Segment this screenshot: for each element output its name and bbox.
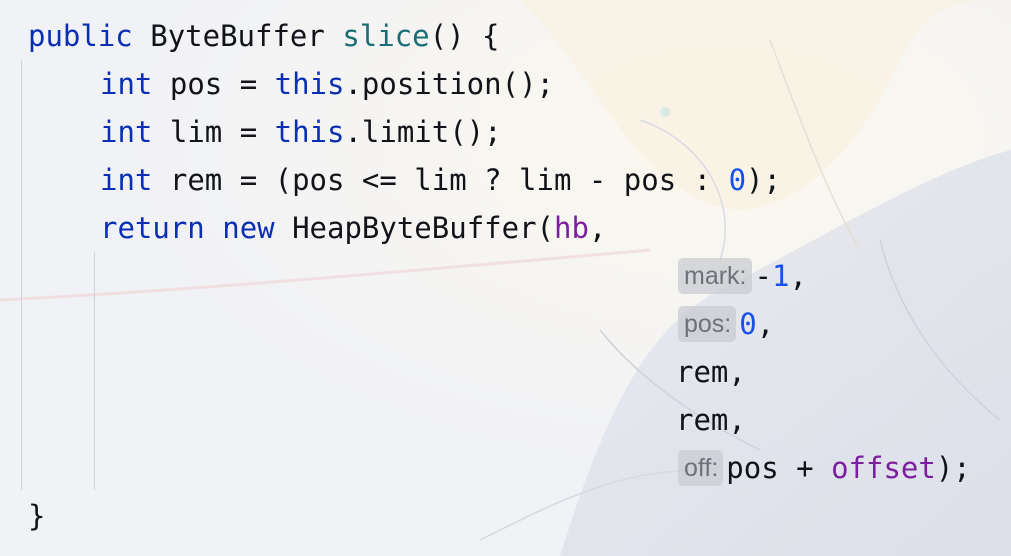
keyword-this: this bbox=[274, 67, 345, 101]
indent-guide-inner bbox=[94, 252, 95, 490]
number-literal: 0 bbox=[728, 163, 747, 197]
keyword-int: int bbox=[100, 163, 153, 197]
code-line-10: off: pos + offset); bbox=[678, 448, 971, 488]
number-literal: 0 bbox=[739, 307, 757, 341]
statement-end: ); bbox=[746, 163, 781, 197]
indent-guide-outer bbox=[21, 60, 22, 490]
code-line-1: public ByteBuffer slice() { bbox=[28, 16, 499, 56]
param-hint-mark: mark: bbox=[678, 258, 752, 294]
code-line-11: } bbox=[28, 496, 45, 536]
declaration: rem = (pos <= lim ? lim - pos : bbox=[169, 163, 729, 197]
code-line-2: int pos = this.position(); bbox=[100, 64, 554, 104]
argument-rem: rem, bbox=[676, 355, 746, 389]
code-line-9: rem, bbox=[676, 400, 746, 440]
keyword-return: return bbox=[100, 211, 205, 245]
argument-expression: pos + bbox=[726, 451, 832, 485]
field-hb: hb bbox=[554, 211, 589, 245]
code-line-4: int rem = (pos <= lim ? lim - pos : 0); bbox=[100, 160, 781, 200]
call-rest: .limit(); bbox=[344, 115, 502, 149]
code-line-6: mark: -1, bbox=[678, 256, 807, 296]
code-line-7: pos: 0, bbox=[678, 304, 774, 344]
method-name: slice bbox=[342, 19, 430, 53]
param-hint-off: off: bbox=[678, 450, 724, 486]
argument-rem: rem, bbox=[676, 403, 746, 437]
keyword-public: public bbox=[28, 19, 133, 53]
type-name: ByteBuffer bbox=[150, 19, 325, 53]
method-signature-rest: () { bbox=[429, 19, 500, 53]
declaration: pos = bbox=[169, 67, 275, 101]
field-offset: offset bbox=[831, 451, 936, 485]
param-hint-pos: pos: bbox=[678, 306, 737, 342]
constructor-call: HeapByteBuffer( bbox=[292, 211, 554, 245]
code-line-8: rem, bbox=[676, 352, 746, 392]
code-editor[interactable]: public ByteBuffer slice() { int pos = th… bbox=[0, 0, 1011, 556]
argument-separator: , bbox=[756, 307, 775, 341]
closing-brace: } bbox=[28, 499, 46, 533]
keyword-int: int bbox=[100, 115, 153, 149]
call-rest: .position(); bbox=[344, 67, 554, 101]
code-line-5: return new HeapByteBuffer(hb, bbox=[100, 208, 606, 248]
declaration: lim = bbox=[169, 115, 275, 149]
statement-end: ); bbox=[935, 451, 971, 485]
argument-separator: , bbox=[588, 211, 607, 245]
keyword-new: new bbox=[222, 211, 275, 245]
keyword-this: this bbox=[274, 115, 345, 149]
keyword-int: int bbox=[100, 67, 153, 101]
minus-sign: - bbox=[754, 259, 772, 293]
argument-separator: , bbox=[789, 259, 807, 293]
number-literal: 1 bbox=[771, 259, 790, 293]
code-line-3: int lim = this.limit(); bbox=[100, 112, 502, 152]
